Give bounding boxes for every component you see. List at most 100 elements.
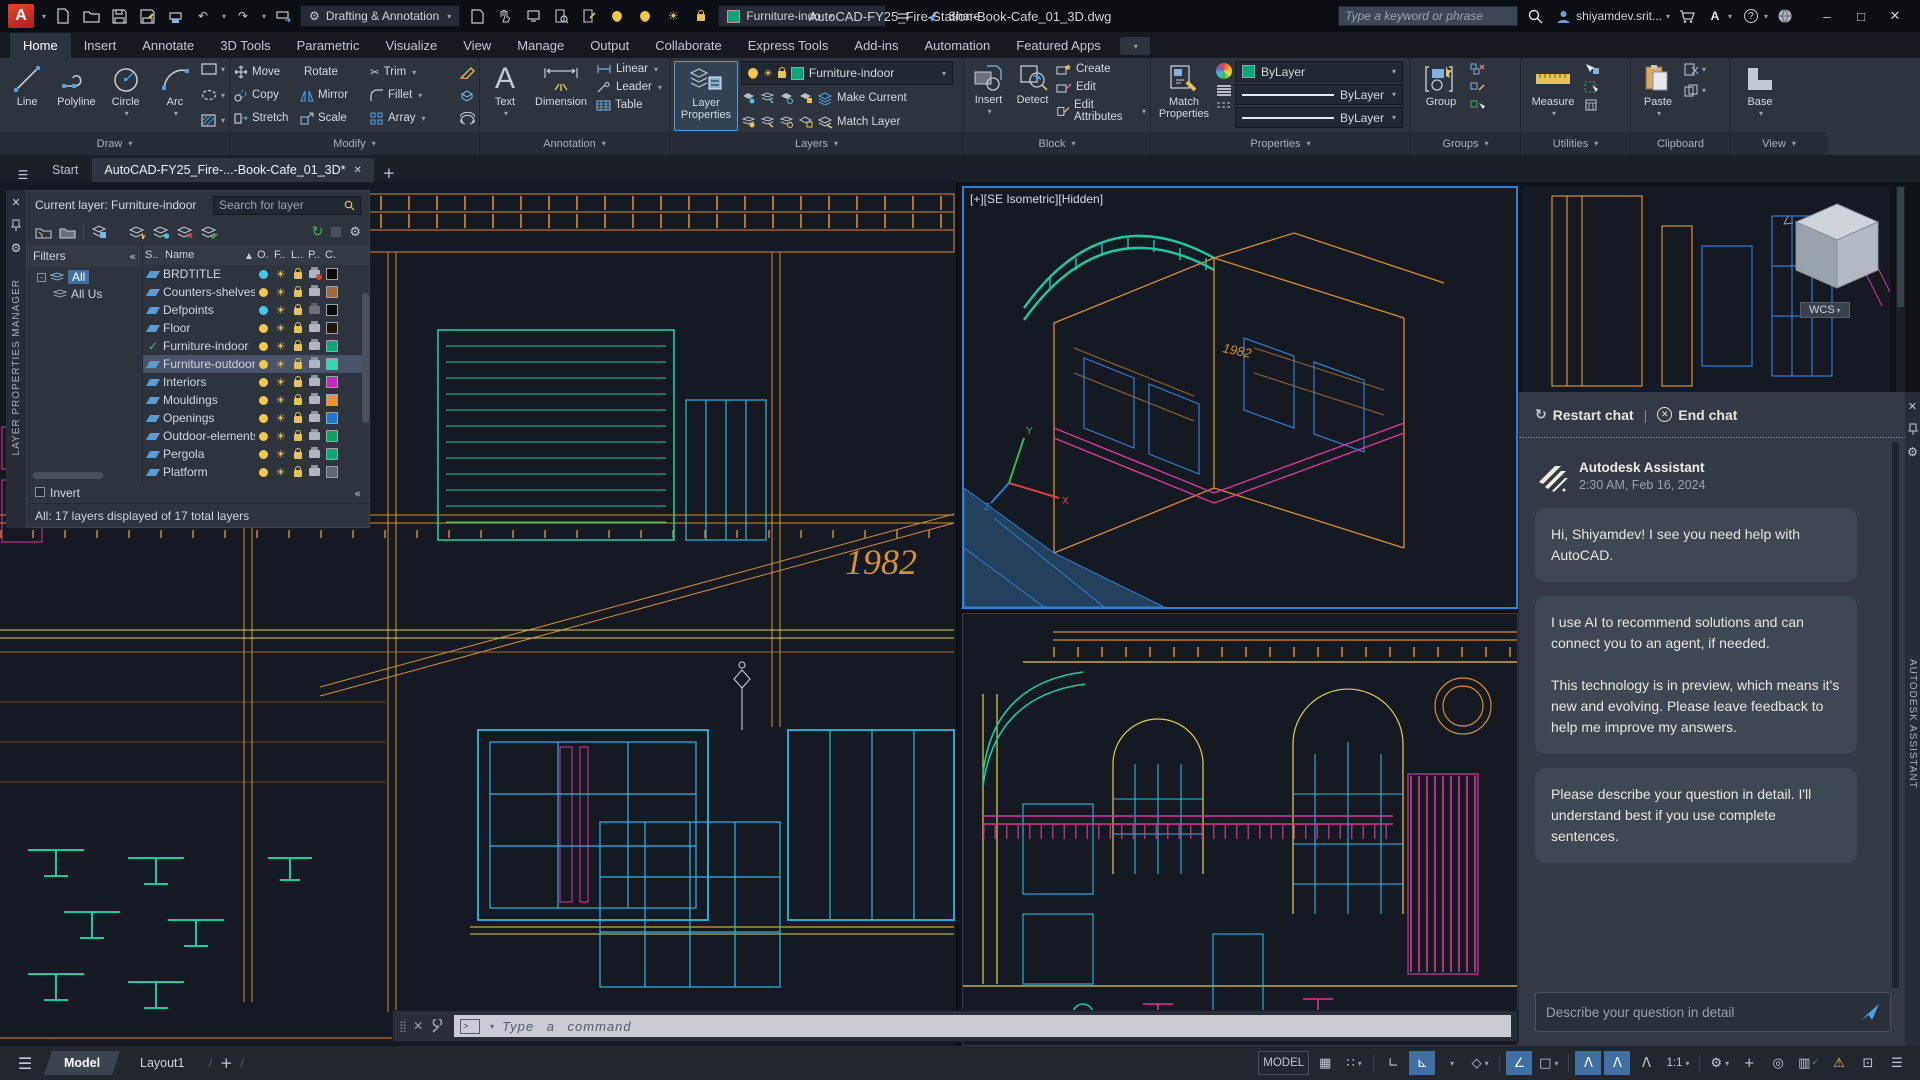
linetype-combo[interactable]: ByLayer ▾ bbox=[1235, 107, 1403, 128]
col-color[interactable]: C. bbox=[323, 249, 340, 261]
annotation-monitor-button[interactable]: + bbox=[1736, 1051, 1762, 1075]
autodesk-a-icon[interactable]: A bbox=[1704, 5, 1726, 27]
redo-arrow[interactable]: ▾ bbox=[262, 12, 266, 21]
hand-tool-icon[interactable] bbox=[494, 5, 516, 27]
chat-input[interactable]: Describe your question in detail bbox=[1535, 992, 1891, 1032]
save-as-icon[interactable] bbox=[136, 5, 158, 27]
drawing-tab[interactable]: AutoCAD-FY25_Fire-...-Book-Cafe_01_3D* ✕ bbox=[92, 158, 374, 182]
panel-label-layers[interactable]: Layers ▾ bbox=[670, 132, 963, 155]
ribbon-tab[interactable]: Output bbox=[577, 33, 642, 58]
filter-tree-all[interactable]: - All bbox=[27, 267, 142, 284]
layer-lock-icon[interactable] bbox=[293, 286, 302, 297]
annotation-visibility-button[interactable]: Λ bbox=[1575, 1051, 1602, 1075]
layer-lock-icon[interactable] bbox=[293, 340, 302, 351]
paste-button[interactable]: Paste ▾ bbox=[1635, 61, 1681, 131]
collapse-bottom-icon[interactable]: « bbox=[354, 487, 361, 500]
layer-plot-icon[interactable] bbox=[309, 339, 320, 350]
layer-row[interactable]: ✓ Mouldings ☀ bbox=[143, 391, 369, 409]
stretch-button[interactable]: Stretch bbox=[234, 112, 296, 125]
layer-lock-icon[interactable] bbox=[293, 322, 302, 333]
layer-color-swatch[interactable] bbox=[325, 340, 338, 352]
col-name[interactable]: Name bbox=[163, 249, 243, 261]
redo-icon[interactable]: ↷ bbox=[232, 5, 254, 27]
layer-row[interactable]: ✓ Furniture-outdoor ☀ bbox=[143, 355, 369, 373]
panel-label-modify[interactable]: Modify ▾ bbox=[230, 132, 479, 155]
detect-button[interactable]: Detect bbox=[1012, 61, 1053, 131]
layer-row[interactable]: ✓ BRDTITLE ☀ bbox=[143, 265, 369, 283]
lock-icon[interactable] bbox=[690, 5, 712, 27]
ribbon-tab[interactable]: Automation bbox=[911, 33, 1003, 58]
layer-freeze-sun-icon[interactable]: ☀ bbox=[272, 358, 289, 371]
start-tab[interactable]: Start bbox=[40, 158, 90, 182]
command-close-icon[interactable]: ✕ bbox=[413, 1019, 423, 1033]
leader-button[interactable]: Leader ▾ bbox=[596, 81, 662, 93]
user-name[interactable]: shiyamdev.srit... bbox=[1576, 9, 1662, 23]
layer-bulb-icon[interactable] bbox=[634, 5, 656, 27]
layer-plot-icon[interactable] bbox=[309, 303, 320, 314]
layer-properties-button[interactable]: Layer Properties bbox=[674, 61, 738, 131]
ribbon-layer-combo[interactable]: ☀ Furniture-indoor ▾ bbox=[741, 61, 953, 85]
text-button[interactable]: A Text ▾ bbox=[484, 61, 526, 131]
command-input[interactable]: > ▾ Type a command bbox=[454, 1015, 1511, 1037]
batch-plot-icon[interactable] bbox=[272, 5, 294, 27]
recent-commands-arrow[interactable]: ▾ bbox=[490, 1022, 494, 1031]
command-grip[interactable]: ⣿ bbox=[399, 1020, 407, 1033]
autodesk-menu-arrow[interactable]: ▾ bbox=[1728, 12, 1732, 21]
sun-icon[interactable]: ☀ bbox=[662, 5, 684, 27]
invert-filter-checkbox[interactable]: Invert bbox=[35, 486, 80, 500]
layer-lock-icon[interactable] bbox=[293, 358, 302, 369]
workspace-combo[interactable]: ⚙ Drafting & Annotation ▾ bbox=[300, 5, 461, 27]
layer-on-bulb-icon[interactable] bbox=[259, 395, 268, 405]
cart-icon[interactable] bbox=[1676, 5, 1698, 27]
layer-freeze-sun-icon[interactable]: ☀ bbox=[272, 376, 289, 389]
ribbon-tab[interactable]: Visualize bbox=[372, 33, 450, 58]
save-icon[interactable] bbox=[108, 5, 130, 27]
ribbon-tab[interactable]: Home bbox=[10, 33, 71, 58]
layer-plot-icon[interactable] bbox=[309, 429, 320, 440]
calculator-icon[interactable] bbox=[1584, 99, 1600, 111]
layer-search-input[interactable]: Search for layer bbox=[213, 195, 361, 215]
settings-gear-icon[interactable]: ⚙ bbox=[349, 225, 361, 240]
erase-button[interactable] bbox=[460, 66, 475, 79]
layout1-tab[interactable]: Layout1 bbox=[120, 1051, 204, 1075]
create-block-button[interactable]: Create bbox=[1056, 63, 1146, 75]
hatch-tool-icon[interactable]: ▾ bbox=[201, 114, 225, 127]
circle-button[interactable]: Circle ▾ bbox=[103, 61, 149, 131]
viewport-bottom-right[interactable] bbox=[962, 613, 1518, 1046]
file-tabs-menu-icon[interactable]: ☰ bbox=[8, 168, 38, 182]
layer-list-scrollbar[interactable] bbox=[362, 293, 369, 423]
user-menu-arrow[interactable]: ▾ bbox=[1666, 12, 1670, 21]
panel-label-clipboard[interactable]: Clipboard bbox=[1631, 132, 1730, 155]
help-search-input[interactable]: Type a keyword or phrase bbox=[1338, 6, 1519, 26]
select-objects-icon[interactable] bbox=[1584, 81, 1600, 93]
panel-label-utilities[interactable]: Utilities ▾ bbox=[1521, 132, 1630, 155]
layer-row[interactable]: ✓ Platform ☀ bbox=[143, 463, 369, 481]
open-folder-icon[interactable] bbox=[80, 5, 102, 27]
ungroup-icon[interactable] bbox=[1470, 63, 1486, 75]
delete-layer-icon[interactable] bbox=[177, 225, 194, 239]
layer-on-bulb-icon[interactable] bbox=[259, 413, 268, 423]
copy-clip-icon[interactable]: ▾ bbox=[1684, 84, 1706, 97]
base-button[interactable]: Base ▾ bbox=[1735, 61, 1785, 131]
layer-lock-icon[interactable] bbox=[293, 304, 302, 315]
layer-freeze-sun-icon[interactable]: ☀ bbox=[272, 268, 289, 281]
layer-row[interactable]: ✓ Pergola ☀ bbox=[143, 445, 369, 463]
polar-settings-arrow[interactable]: ▾ bbox=[1438, 1051, 1464, 1075]
close-button[interactable]: ✕ bbox=[1878, 3, 1912, 29]
panel-label-view[interactable]: View ▾ bbox=[1731, 132, 1827, 155]
layer-states-icon[interactable] bbox=[91, 225, 107, 239]
lightbulb-icon[interactable] bbox=[606, 5, 628, 27]
ribbon-tab[interactable]: View bbox=[450, 33, 504, 58]
palette-gear-icon[interactable]: ⚙ bbox=[11, 241, 22, 255]
customization-button[interactable]: ☰ bbox=[1884, 1051, 1910, 1075]
layer-color-swatch[interactable] bbox=[325, 430, 338, 442]
layer-lock-icon[interactable] bbox=[293, 394, 302, 405]
polyline-button[interactable]: Polyline bbox=[53, 61, 99, 131]
layer-plot-icon[interactable] bbox=[309, 285, 320, 296]
layer-on-bulb-icon[interactable] bbox=[259, 467, 268, 477]
ribbon-tab[interactable]: Parametric bbox=[284, 33, 373, 58]
arc-button[interactable]: Arc ▾ bbox=[152, 61, 198, 131]
ribbon-tab[interactable]: Manage bbox=[504, 33, 577, 58]
layer-lock-icon[interactable] bbox=[293, 376, 302, 387]
workspace-switching-button[interactable]: ⚙ ▾ bbox=[1706, 1051, 1733, 1075]
